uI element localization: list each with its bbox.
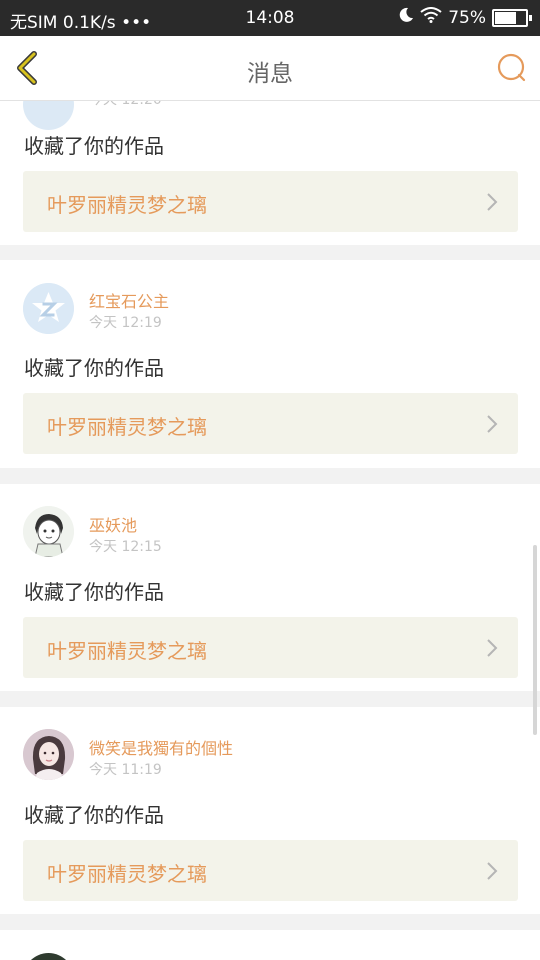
work-title: 叶罗丽精灵梦之璃 xyxy=(47,862,207,886)
work-link[interactable]: 叶罗丽精灵梦之璃 xyxy=(23,617,518,678)
avatar-icon[interactable] xyxy=(23,953,74,960)
timestamp: 今天 12:20 xyxy=(89,101,162,109)
work-link[interactable]: 叶罗丽精灵梦之璃 xyxy=(23,393,518,454)
timestamp: 今天 12:19 xyxy=(89,315,162,331)
chevron-right-icon xyxy=(487,862,498,880)
work-title: 叶罗丽精灵梦之璃 xyxy=(47,193,207,217)
timestamp: 今天 12:15 xyxy=(89,539,162,555)
status-right: 75% xyxy=(398,7,532,28)
username[interactable]: 微笑是我獨有的個性 xyxy=(89,735,233,759)
sketch-avatar-icon[interactable] xyxy=(23,506,74,557)
action-text: 收藏了你的作品 xyxy=(24,356,164,380)
work-title: 叶罗丽精灵梦之璃 xyxy=(47,639,207,663)
action-text: 收藏了你的作品 xyxy=(24,803,164,827)
chevron-right-icon xyxy=(487,193,498,211)
battery-percent: 75% xyxy=(448,7,486,28)
work-title: 叶罗丽精灵梦之璃 xyxy=(47,415,207,439)
scrollbar[interactable] xyxy=(533,545,537,735)
chevron-right-icon xyxy=(487,415,498,433)
moon-icon xyxy=(398,7,414,28)
message-card xyxy=(0,930,540,960)
username[interactable]: 巫妖池 xyxy=(89,512,137,536)
search-button[interactable] xyxy=(496,52,528,84)
action-text: 收藏了你的作品 xyxy=(24,580,164,604)
battery-icon xyxy=(492,8,532,27)
chevron-right-icon xyxy=(487,639,498,657)
message-card: 巫妖池 今天 12:15 收藏了你的作品 叶罗丽精灵梦之璃 xyxy=(0,484,540,691)
status-bar: 无SIM 0.1K/s ••• 14:08 75% xyxy=(0,0,540,36)
search-icon xyxy=(497,53,526,82)
action-text: 收藏了你的作品 xyxy=(24,134,164,158)
timestamp: 今天 11:19 xyxy=(89,762,162,778)
nav-bar: 消息 xyxy=(0,36,540,101)
message-feed[interactable]: 今天 12:20 收藏了你的作品 叶罗丽精灵梦之璃 红宝石公主 今天 12:19… xyxy=(0,101,540,960)
default-avatar-icon xyxy=(23,101,74,130)
work-link[interactable]: 叶罗丽精灵梦之璃 xyxy=(23,171,518,232)
work-link[interactable]: 叶罗丽精灵梦之璃 xyxy=(23,840,518,901)
default-avatar-icon[interactable] xyxy=(23,283,74,334)
wifi-icon xyxy=(420,7,442,28)
photo-avatar-icon[interactable] xyxy=(23,729,74,780)
message-card: 今天 12:20 收藏了你的作品 叶罗丽精灵梦之璃 xyxy=(0,101,540,245)
page-title: 消息 xyxy=(247,61,293,87)
message-card: 红宝石公主 今天 12:19 收藏了你的作品 叶罗丽精灵梦之璃 xyxy=(0,260,540,468)
username[interactable]: 红宝石公主 xyxy=(89,288,169,312)
message-card: 微笑是我獨有的個性 今天 11:19 收藏了你的作品 叶罗丽精灵梦之璃 xyxy=(0,707,540,914)
